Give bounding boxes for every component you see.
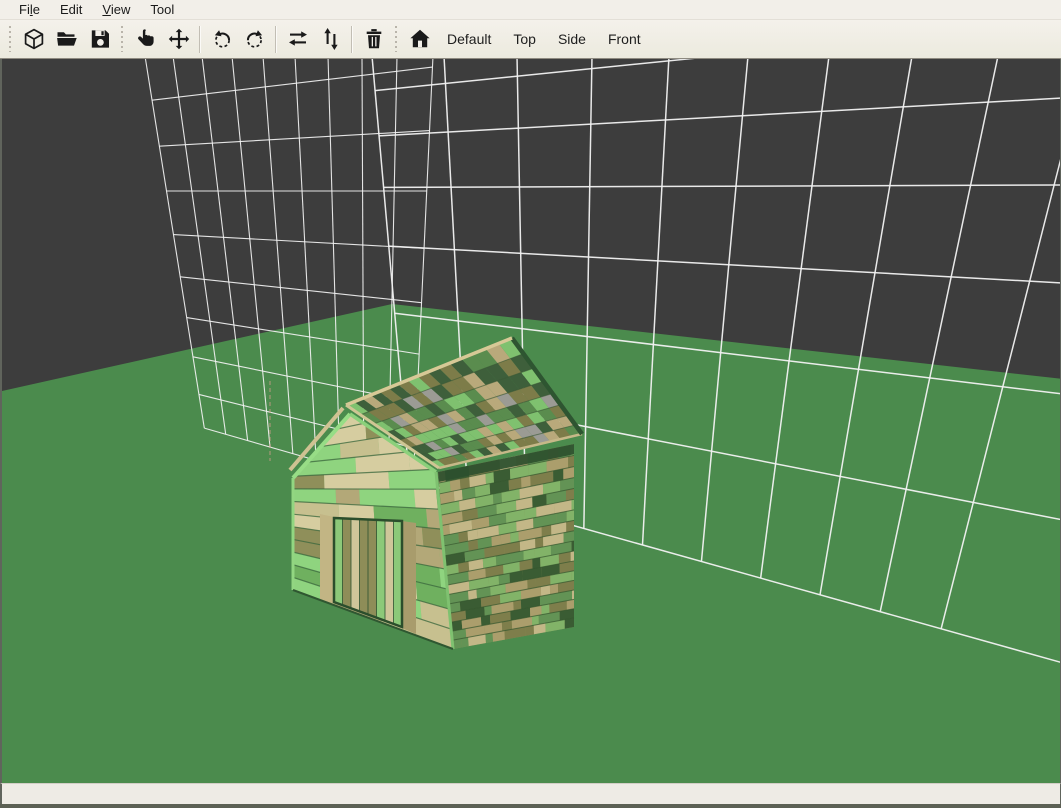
- flip-vertical-button[interactable]: [314, 23, 347, 55]
- toolbar-gripper[interactable]: [393, 26, 400, 52]
- flip-horizontal-button[interactable]: [281, 23, 314, 55]
- toolbar-separator: [351, 26, 353, 53]
- menu-edit[interactable]: Edit: [50, 1, 92, 19]
- trash-icon: [362, 27, 386, 51]
- open-button[interactable]: [50, 23, 83, 55]
- view-front-button[interactable]: Front: [597, 25, 652, 53]
- move-button[interactable]: [162, 23, 195, 55]
- rotate-cw-icon: [243, 27, 267, 51]
- toolbar-gripper[interactable]: [119, 26, 126, 52]
- rotate-cw-button[interactable]: [238, 23, 271, 55]
- menu-file[interactable]: File: [9, 1, 50, 19]
- toolbar: Default Top Side Front: [0, 20, 1061, 59]
- toolbar-gripper[interactable]: [7, 26, 14, 52]
- menubar: File Edit View Tool: [0, 0, 1061, 20]
- rotate-ccw-icon: [210, 27, 234, 51]
- menu-view[interactable]: View: [92, 1, 140, 19]
- flip-horizontal-icon: [286, 27, 310, 51]
- cube-icon: [22, 27, 46, 51]
- delete-button[interactable]: [357, 23, 390, 55]
- pointing-hand-icon: [134, 27, 158, 51]
- app-window: File Edit View Tool: [0, 0, 1061, 806]
- rotate-ccw-button[interactable]: [205, 23, 238, 55]
- view-side-button[interactable]: Side: [547, 25, 597, 53]
- open-folder-icon: [55, 27, 79, 51]
- menu-tool[interactable]: Tool: [140, 1, 184, 19]
- new-model-button[interactable]: [17, 23, 50, 55]
- save-button[interactable]: [83, 23, 116, 55]
- move-arrows-icon: [167, 27, 191, 51]
- window-border: [0, 804, 1061, 808]
- flip-vertical-icon: [319, 27, 343, 51]
- statusbar: [0, 783, 1061, 804]
- view-top-button[interactable]: Top: [502, 25, 547, 53]
- home-view-button[interactable]: [403, 23, 436, 55]
- toolbar-separator: [275, 26, 277, 53]
- view-default-button[interactable]: Default: [436, 25, 502, 53]
- select-button[interactable]: [129, 23, 162, 55]
- viewport-3d[interactable]: [0, 59, 1061, 783]
- floppy-disk-icon: [88, 27, 112, 51]
- house-side-wall: [438, 444, 574, 649]
- home-icon: [408, 27, 432, 51]
- toolbar-separator: [199, 26, 201, 53]
- scene-canvas[interactable]: [2, 59, 1060, 783]
